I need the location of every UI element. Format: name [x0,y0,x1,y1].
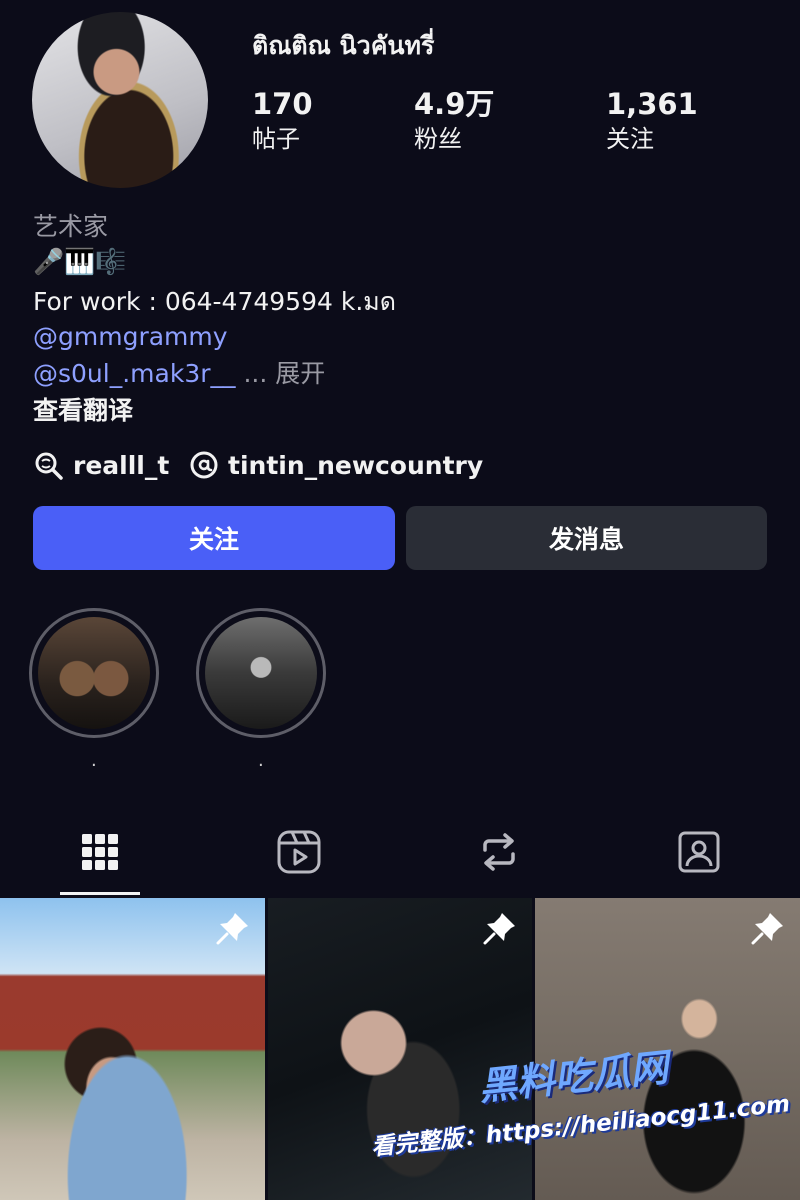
stat-following-count: 1,361 [606,87,698,121]
grid-icon[interactable] [76,828,124,876]
stat-posts-label: 帖子 [252,125,300,153]
bio-category: 艺术家 [33,212,109,241]
pin-icon [483,913,515,945]
reels-icon[interactable] [275,828,323,876]
bio-ellipsis: ... [243,359,268,388]
pin-icon [216,913,248,945]
stat-followers-label: 粉丝 [414,125,462,153]
tagged-icon[interactable] [675,828,723,876]
highlight-1[interactable] [29,608,159,738]
repost-icon[interactable] [475,828,523,876]
profile-avatar[interactable] [32,12,208,188]
bio-emojis: 🎤🎹🎼 [33,247,127,276]
threads-link-realll-label: realll_t [73,450,170,480]
threads-search-icon [35,452,63,480]
stat-following[interactable]: 1,361 关注 [606,86,698,156]
active-tab-indicator [60,892,140,895]
post-thumbnail-1[interactable] [0,898,265,1200]
bio-work: For work : 064-4749594 k.มด [33,287,396,316]
stat-followers-count: 4.9万 [414,87,495,121]
threads-link-realll[interactable]: realll_t [33,448,169,482]
bio-mention-row: @s0ul_.mak3r__ ... 展开 [33,357,325,391]
bio-mention-soulmaker[interactable]: @s0ul_.mak3r__ [33,359,236,388]
threads-at-icon [190,451,218,479]
stat-following-label: 关注 [606,125,654,153]
pin-icon [751,913,783,945]
stat-followers[interactable]: 4.9万 粉丝 [414,86,494,156]
highlight-2-cover [205,617,317,729]
translate-link[interactable]: 查看翻译 [33,394,133,428]
profile-username: ติณติณ นิวคันทรี่ [252,31,435,60]
bio-mention-gmmgrammy[interactable]: @gmmgrammy [33,320,228,354]
follow-button[interactable]: 关注 [33,506,395,570]
message-button[interactable]: 发消息 [406,506,767,570]
highlight-2-label: . [258,750,264,771]
bio-expand-link[interactable]: 展开 [275,359,325,388]
stat-posts-count: 170 [252,87,313,121]
threads-link-tintin[interactable]: tintin_newcountry [188,448,483,482]
stat-posts[interactable]: 170 帖子 [252,86,313,156]
highlight-2[interactable] [196,608,326,738]
highlight-1-cover [38,617,150,729]
threads-link-tintin-label: tintin_newcountry [228,450,484,480]
highlight-1-label: . [91,750,97,771]
